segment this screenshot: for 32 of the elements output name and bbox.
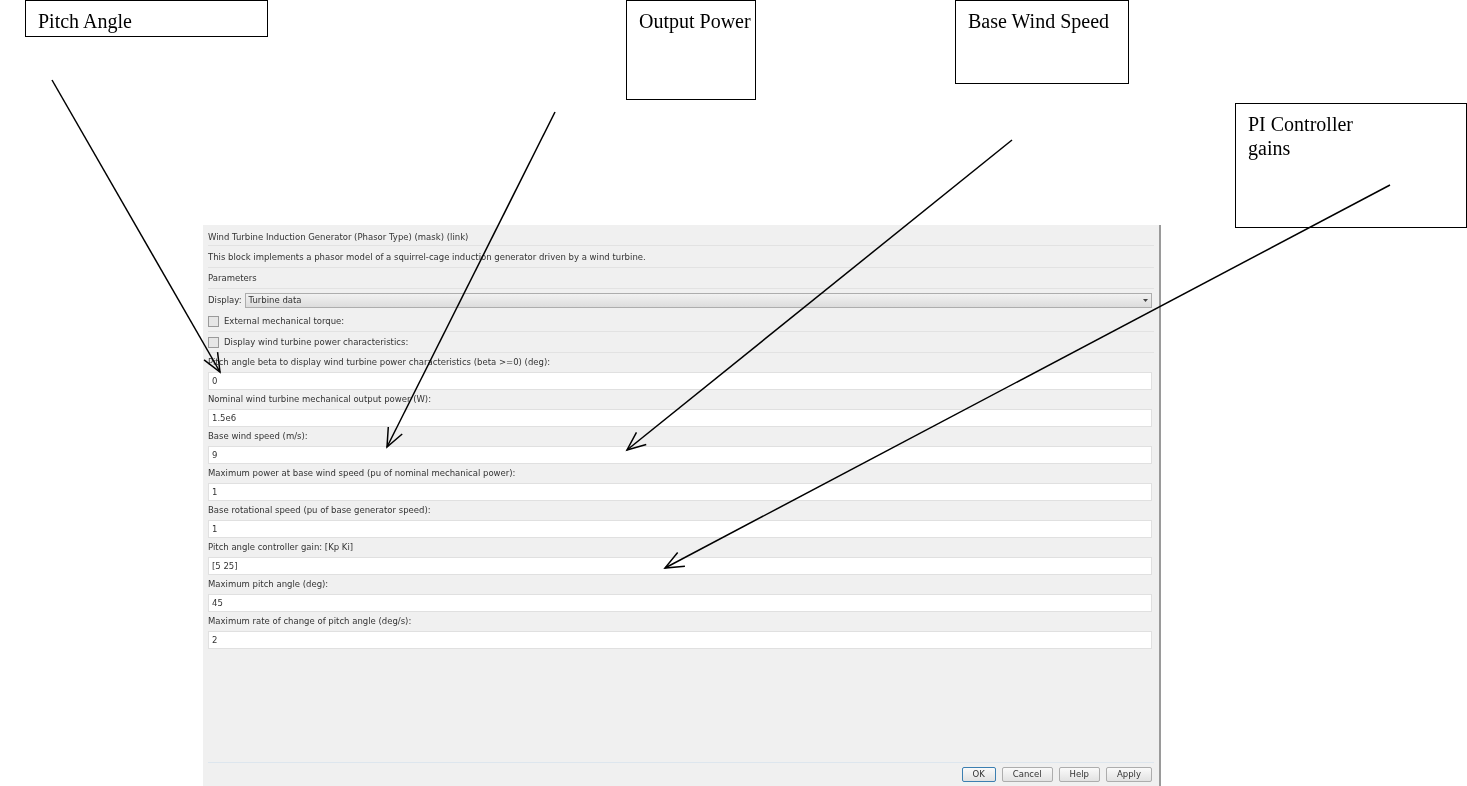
callout-label: PI Controller gains <box>1235 103 1467 228</box>
callout-label: Output Power <box>626 0 756 100</box>
field-label: Base wind speed (m/s): <box>208 430 309 443</box>
display-label: Display: <box>208 293 242 307</box>
input-field[interactable]: 1 <box>208 483 1152 501</box>
input-field[interactable]: 1.5e6 <box>208 409 1152 427</box>
display-dropdown[interactable]: Turbine data <box>244 292 1152 308</box>
input-field[interactable]: 2 <box>208 631 1152 649</box>
field-label: Maximum power at base wind speed (pu of nominal mechanical power): <box>208 467 517 480</box>
input-field[interactable]: 0 <box>208 372 1152 390</box>
caret-icon <box>1143 298 1148 302</box>
callout-label: Pitch Angle <box>25 0 268 37</box>
input-field[interactable]: 9 <box>208 446 1152 464</box>
section-heading: Parameters <box>208 268 1154 289</box>
input-field[interactable]: 45 <box>208 594 1152 612</box>
checkbox-label: Display wind turbine power characteristics: <box>224 335 409 349</box>
checkbox[interactable] <box>208 336 219 348</box>
checkbox[interactable] <box>208 315 219 327</box>
field-label: Maximum rate of change of pitch angle (deg/s): <box>208 615 413 628</box>
dialog-button[interactable]: Help <box>1058 767 1100 782</box>
dialog-title: Wind Turbine Induction Generator (Phasor Type) (mask) (link) <box>208 228 1154 246</box>
input-field[interactable]: [5 25] <box>208 557 1152 575</box>
input-field[interactable]: 1 <box>208 520 1152 538</box>
dialog-button[interactable]: Cancel <box>1001 767 1053 782</box>
field-label: Pitch angle controller gain: [Kp Ki] <box>208 541 355 554</box>
callout-label: Base Wind Speed <box>955 0 1129 84</box>
dialog-button[interactable]: OK <box>961 767 996 782</box>
dialog-button[interactable]: Apply <box>1106 767 1152 782</box>
field-label: Nominal wind turbine mechanical output power (W): <box>208 393 433 406</box>
field-label: Base rotational speed (pu of base generator speed): <box>208 504 432 517</box>
field-label: Maximum pitch angle (deg): <box>208 578 330 591</box>
checkbox-label: External mechanical torque: <box>224 314 345 328</box>
